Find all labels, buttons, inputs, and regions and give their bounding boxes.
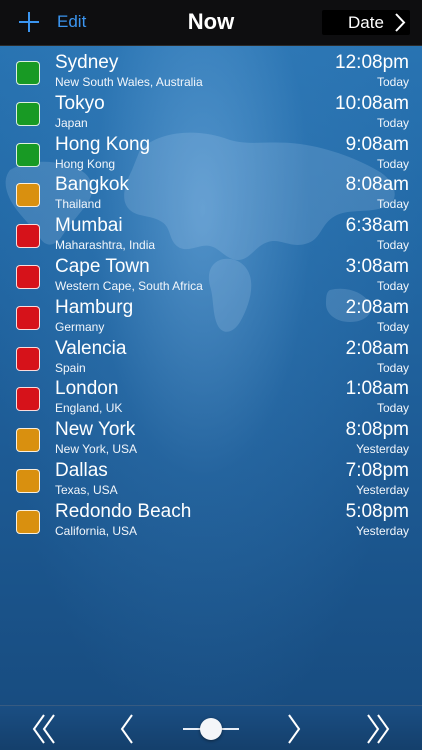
daylight-status-indicator bbox=[16, 183, 40, 208]
city-row[interactable]: Cape Town Western Cape, South Africa 3:08a… bbox=[0, 256, 422, 297]
city-day: Today bbox=[376, 360, 409, 375]
daylight-status-indicator bbox=[16, 305, 40, 330]
city-day: Today bbox=[376, 401, 409, 416]
bottom-toolbar bbox=[0, 705, 422, 750]
daylight-status-indicator bbox=[16, 264, 40, 289]
city-name: Cape Town bbox=[55, 255, 150, 277]
chevron-left-icon bbox=[120, 714, 133, 744]
city-time: 8:08pm bbox=[345, 419, 409, 441]
city-time: 3:08am bbox=[345, 255, 409, 277]
chevron-right-icon bbox=[395, 13, 406, 32]
city-name: Tokyo bbox=[55, 92, 105, 114]
city-region: California, USA bbox=[55, 523, 138, 538]
city-row[interactable]: Hong Kong Hong Kong 9:08am Today bbox=[0, 134, 422, 175]
city-time: 2:08am bbox=[345, 337, 409, 359]
city-time: 5:08pm bbox=[345, 500, 409, 522]
daylight-status-indicator bbox=[16, 468, 40, 493]
city-region: Hong Kong bbox=[55, 156, 116, 171]
city-name: Redondo Beach bbox=[55, 500, 192, 522]
city-region: Texas, USA bbox=[55, 482, 118, 497]
city-region: England, UK bbox=[55, 401, 123, 416]
daylight-status-indicator bbox=[16, 387, 40, 412]
jump-forward-button[interactable] bbox=[364, 713, 392, 745]
city-row[interactable]: Bangkok Thailand 8:08am Today bbox=[0, 174, 422, 215]
time-slider-knob[interactable] bbox=[200, 718, 222, 740]
city-region: Japan bbox=[55, 115, 88, 130]
city-day: Today bbox=[376, 278, 409, 293]
city-time: 9:08am bbox=[345, 133, 409, 155]
city-region: Maharashtra, India bbox=[55, 238, 156, 253]
city-name: London bbox=[55, 378, 119, 400]
city-row[interactable]: Mumbai Maharashtra, India 6:38am Today bbox=[0, 215, 422, 256]
city-row[interactable]: Sydney New South Wales, Australia 12:08pm T… bbox=[0, 52, 422, 93]
plus-icon bbox=[19, 12, 39, 32]
city-name: New York bbox=[55, 419, 136, 441]
city-row[interactable]: Tokyo Japan 10:08am Today bbox=[0, 93, 422, 134]
city-time: 2:08am bbox=[345, 296, 409, 318]
city-region: Thailand bbox=[55, 197, 102, 212]
city-row[interactable]: Valencia Spain 2:08am Today bbox=[0, 338, 422, 379]
city-name: Dallas bbox=[55, 459, 108, 481]
double-chevron-left-icon bbox=[32, 714, 55, 744]
date-button[interactable]: Date bbox=[322, 10, 410, 35]
city-region: New York, USA bbox=[55, 442, 138, 457]
edit-button[interactable]: Edit bbox=[57, 12, 86, 32]
city-day: Yesterday bbox=[356, 482, 409, 497]
city-region: New South Wales, Australia bbox=[55, 75, 203, 89]
city-day: Today bbox=[376, 156, 409, 171]
city-day: Yesterday bbox=[356, 523, 409, 538]
daylight-status-indicator bbox=[16, 61, 40, 85]
city-name: Mumbai bbox=[55, 215, 123, 237]
world-clock-app: Edit Now Date Sydney New South Wales, Aus… bbox=[0, 0, 422, 750]
jump-back-button[interactable] bbox=[30, 713, 58, 745]
city-day: Today bbox=[376, 238, 409, 253]
city-region: Western Cape, South Africa bbox=[55, 278, 203, 293]
city-day: Today bbox=[376, 115, 409, 130]
chevron-right-icon bbox=[288, 714, 301, 744]
top-navigation-bar: Edit Now Date bbox=[0, 0, 422, 46]
step-forward-button[interactable] bbox=[285, 713, 303, 745]
step-back-button[interactable] bbox=[118, 713, 136, 745]
city-time: 12:08pm bbox=[335, 52, 409, 73]
double-chevron-right-icon bbox=[367, 714, 390, 744]
city-list: Sydney New South Wales, Australia 12:08pm T… bbox=[0, 52, 422, 542]
time-slider[interactable] bbox=[183, 716, 239, 742]
city-time: 6:38am bbox=[345, 215, 409, 237]
daylight-status-indicator bbox=[16, 101, 40, 126]
city-row[interactable]: Redondo Beach California, USA 5:08pm Yester… bbox=[0, 501, 422, 542]
daylight-status-indicator bbox=[16, 509, 40, 534]
date-button-label: Date bbox=[348, 13, 384, 32]
city-region: Spain bbox=[55, 360, 86, 375]
city-name: Hamburg bbox=[55, 296, 134, 318]
city-time: 1:08am bbox=[345, 378, 409, 400]
city-day: Today bbox=[376, 75, 409, 89]
daylight-status-indicator bbox=[16, 428, 40, 453]
city-time: 8:08am bbox=[345, 174, 409, 196]
city-name: Valencia bbox=[55, 337, 127, 359]
city-time: 7:08pm bbox=[345, 459, 409, 481]
city-row[interactable]: London England, UK 1:08am Today bbox=[0, 378, 422, 419]
add-city-button[interactable] bbox=[14, 6, 44, 38]
city-row[interactable]: New York New York, USA 8:08pm Yesterday bbox=[0, 419, 422, 460]
city-time: 10:08am bbox=[335, 92, 409, 114]
daylight-status-indicator bbox=[16, 142, 40, 167]
daylight-status-indicator bbox=[16, 224, 40, 249]
city-name: Sydney bbox=[55, 52, 119, 73]
city-day: Yesterday bbox=[356, 442, 409, 457]
city-row[interactable]: Dallas Texas, USA 7:08pm Yesterday bbox=[0, 460, 422, 501]
daylight-status-indicator bbox=[16, 346, 40, 371]
city-day: Today bbox=[376, 319, 409, 334]
city-name: Bangkok bbox=[55, 174, 129, 196]
city-name: Hong Kong bbox=[55, 133, 151, 155]
city-day: Today bbox=[376, 197, 409, 212]
city-row[interactable]: Hamburg Germany 2:08am Today bbox=[0, 297, 422, 338]
city-region: Germany bbox=[55, 319, 105, 334]
